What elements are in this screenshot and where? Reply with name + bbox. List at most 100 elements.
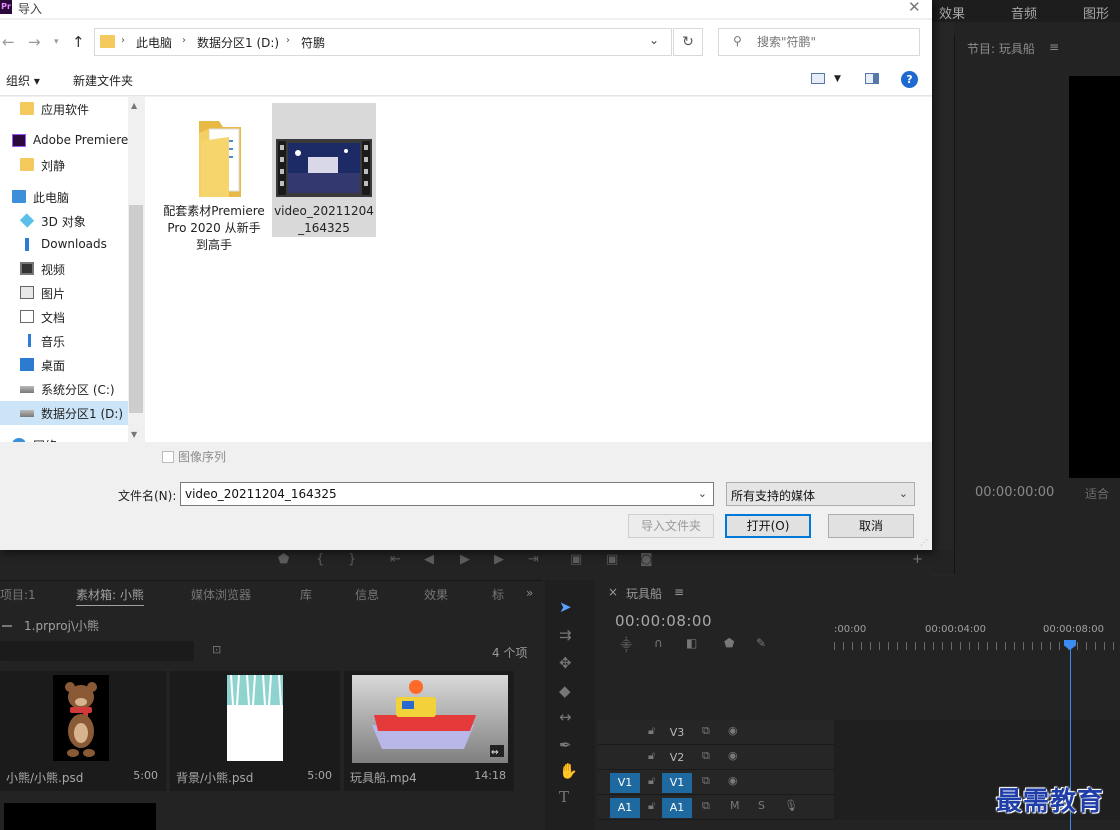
play-icon[interactable]: ▶ <box>460 552 470 567</box>
eye-icon[interactable]: ◉ <box>728 774 738 787</box>
track-label[interactable]: V2 <box>662 748 692 768</box>
tab-bin[interactable]: 素材箱: 小熊 <box>76 586 144 606</box>
overwrite-icon[interactable]: ▣ <box>606 552 618 567</box>
forward-arrow-icon[interactable]: → <box>28 33 41 51</box>
ripple-edit-tool-icon[interactable]: ✥ <box>559 654 572 672</box>
preview-pane-icon[interactable] <box>865 73 879 84</box>
lock-icon[interactable]: 🔓︎ <box>648 749 655 763</box>
breadcrumb-item[interactable]: 此电脑 <box>136 34 172 51</box>
go-to-out-icon[interactable]: ⇥ <box>528 552 539 567</box>
file-item-video[interactable]: video_20211204_164325 <box>272 103 376 237</box>
clip-item[interactable] <box>4 803 156 830</box>
new-folder-button[interactable]: 新建文件夹 <box>73 72 133 89</box>
slip-tool-icon[interactable]: ↔ <box>559 708 572 726</box>
track-lane[interactable] <box>834 745 1120 770</box>
mute-button[interactable]: M <box>730 799 740 812</box>
type-tool-icon[interactable]: T <box>559 788 569 806</box>
breadcrumb-item[interactable]: 数据分区1 (D:) <box>197 34 279 51</box>
track-label[interactable]: V1 <box>662 773 692 793</box>
chevron-down-icon[interactable]: ⌄ <box>698 487 707 500</box>
marker-icon[interactable]: ⬟ <box>278 552 289 567</box>
new-search-bin-icon[interactable]: ⊡ <box>212 643 221 656</box>
hand-tool-icon[interactable]: ✋ <box>559 762 578 780</box>
sync-lock-icon[interactable]: ⧉ <box>702 749 710 763</box>
sidebar-item[interactable]: Downloads <box>0 233 128 257</box>
step-forward-icon[interactable]: ▶ <box>494 552 504 567</box>
address-bar[interactable]: › 此电脑 › 数据分区1 (D:) › 符鹏 ⌄ <box>94 28 672 56</box>
dialog-titlebar[interactable]: Pr 导入 ✕ <box>0 0 932 18</box>
pen-tool-icon[interactable]: ✒ <box>559 736 572 754</box>
source-patch[interactable]: V1 <box>610 773 640 793</box>
organize-button[interactable]: 组织 ▾ <box>6 72 40 89</box>
sidebar-item[interactable]: 文档 <box>0 305 128 329</box>
sync-lock-icon[interactable]: ⧉ <box>702 774 710 788</box>
image-sequence-checkbox[interactable] <box>162 451 174 463</box>
tab-markers[interactable]: 标 <box>492 586 504 603</box>
scroll-up-icon[interactable]: ▲ <box>131 101 137 110</box>
sidebar-item[interactable]: 系统分区 (C:) <box>0 377 128 401</box>
razor-tool-icon[interactable]: ◆ <box>559 682 571 700</box>
sidebar-item[interactable]: Adobe Premiere <box>0 129 128 153</box>
close-icon[interactable]: ✕ <box>908 0 921 16</box>
lock-icon[interactable]: 🔓︎ <box>648 799 655 813</box>
breadcrumb-separator-icon[interactable]: › <box>182 35 186 46</box>
search-input[interactable] <box>757 33 912 51</box>
lock-icon[interactable]: 🔓︎ <box>648 724 655 738</box>
breadcrumb-item[interactable]: 符鹏 <box>301 34 325 51</box>
snap-icon[interactable]: ∩ <box>654 636 663 650</box>
back-arrow-icon[interactable]: ← <box>2 33 15 51</box>
add-marker-icon[interactable]: ⬟ <box>724 636 734 650</box>
eye-icon[interactable]: ◉ <box>728 749 738 762</box>
linked-selection-icon[interactable]: ◧ <box>686 636 697 650</box>
sidebar-item[interactable]: 数据分区1 (D:) <box>0 401 128 425</box>
mark-out-icon[interactable]: } <box>348 552 356 567</box>
clip-item[interactable]: 背景/小熊.psd 5:00 <box>170 671 340 791</box>
tab-media-browser[interactable]: 媒体浏览器 <box>191 586 251 603</box>
selection-tool-icon[interactable]: ➤ <box>559 598 572 616</box>
recent-locations-icon[interactable]: ▾ <box>54 37 59 47</box>
mark-in-icon[interactable]: { <box>316 552 324 567</box>
lock-icon[interactable]: 🔓︎ <box>648 774 655 788</box>
open-button[interactable]: 打开(O) <box>725 514 811 538</box>
sidebar-item[interactable]: 视频 <box>0 257 128 281</box>
panel-menu-icon[interactable]: ≡ <box>674 585 684 599</box>
sidebar-item[interactable]: 此电脑 <box>0 185 128 209</box>
tab-info[interactable]: 信息 <box>355 586 379 603</box>
sequence-title[interactable]: 玩具船 <box>626 585 662 602</box>
tab-libraries[interactable]: 库 <box>300 586 312 603</box>
more-tabs-icon[interactable]: » <box>526 586 533 600</box>
refresh-button[interactable]: ↻ <box>673 28 703 56</box>
sidebar-item[interactable]: 刘静 <box>0 153 128 177</box>
sidebar-item[interactable]: 图片 <box>0 281 128 305</box>
sidebar-item[interactable]: 网络 <box>0 433 128 442</box>
scrollbar-thumb[interactable] <box>129 205 143 413</box>
panel-menu-icon[interactable]: ≡ <box>1049 40 1059 54</box>
tab-project[interactable]: 项目:1 <box>0 586 36 603</box>
go-to-in-icon[interactable]: ⇤ <box>390 552 401 567</box>
import-folder-button[interactable]: 导入文件夹 <box>628 514 714 538</box>
microphone-icon[interactable]: 🎙︎ <box>784 799 798 812</box>
timeline-timecode[interactable]: 00:00:08:00 <box>615 612 712 630</box>
track-label[interactable]: V3 <box>662 723 692 743</box>
sync-lock-icon[interactable]: ⧉ <box>702 799 710 813</box>
breadcrumb-separator-icon[interactable]: › <box>121 35 125 46</box>
track-label[interactable]: A1 <box>662 798 692 818</box>
help-icon[interactable]: ? <box>901 71 918 88</box>
sidebar-item[interactable]: 桌面 <box>0 353 128 377</box>
view-options-chevron-icon[interactable]: ▼ <box>834 74 841 84</box>
sidebar-item[interactable]: 音乐 <box>0 329 128 353</box>
tab-effects[interactable]: 效果 <box>939 3 965 22</box>
sidebar-scrollbar[interactable]: ▲ ▼ <box>128 97 144 442</box>
fit-select[interactable]: 适合 <box>1085 485 1109 502</box>
scroll-down-icon[interactable]: ▼ <box>131 430 137 439</box>
time-ruler[interactable]: :00:00 00:00:04:00 00:00:08:00 <box>834 620 1120 654</box>
resize-grip-icon[interactable]: ⋰ <box>920 538 928 547</box>
cancel-button[interactable]: 取消 <box>828 514 914 538</box>
up-arrow-icon[interactable]: ↑ <box>72 33 85 51</box>
clip-item[interactable]: 小熊/小熊.psd 5:00 <box>0 671 166 791</box>
filename-input[interactable]: video_20211204_164325 ⌄ <box>180 482 714 506</box>
step-back-icon[interactable]: ◀ <box>424 552 434 567</box>
file-type-select[interactable]: 所有支持的媒体 ⌄ <box>726 482 915 506</box>
bin-search-input[interactable] <box>0 641 194 661</box>
eye-icon[interactable]: ◉ <box>728 724 738 737</box>
